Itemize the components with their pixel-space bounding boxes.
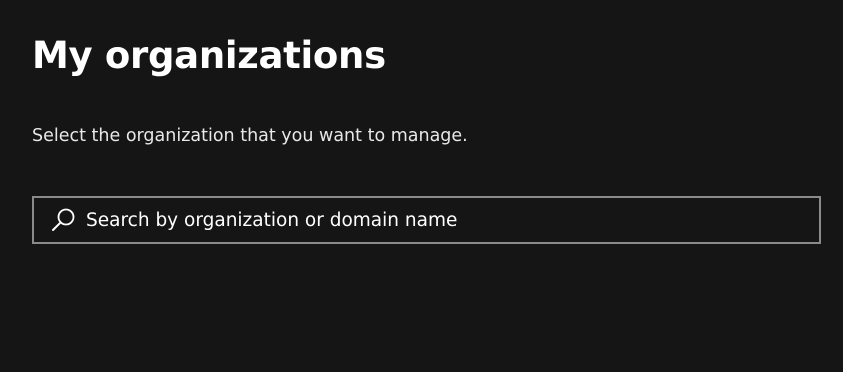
page-subtitle: Select the organization that you want to… bbox=[32, 126, 468, 146]
search-input[interactable] bbox=[86, 198, 819, 242]
search-icon bbox=[50, 207, 76, 233]
search-box[interactable] bbox=[32, 196, 821, 244]
page-title: My organizations bbox=[32, 34, 386, 77]
